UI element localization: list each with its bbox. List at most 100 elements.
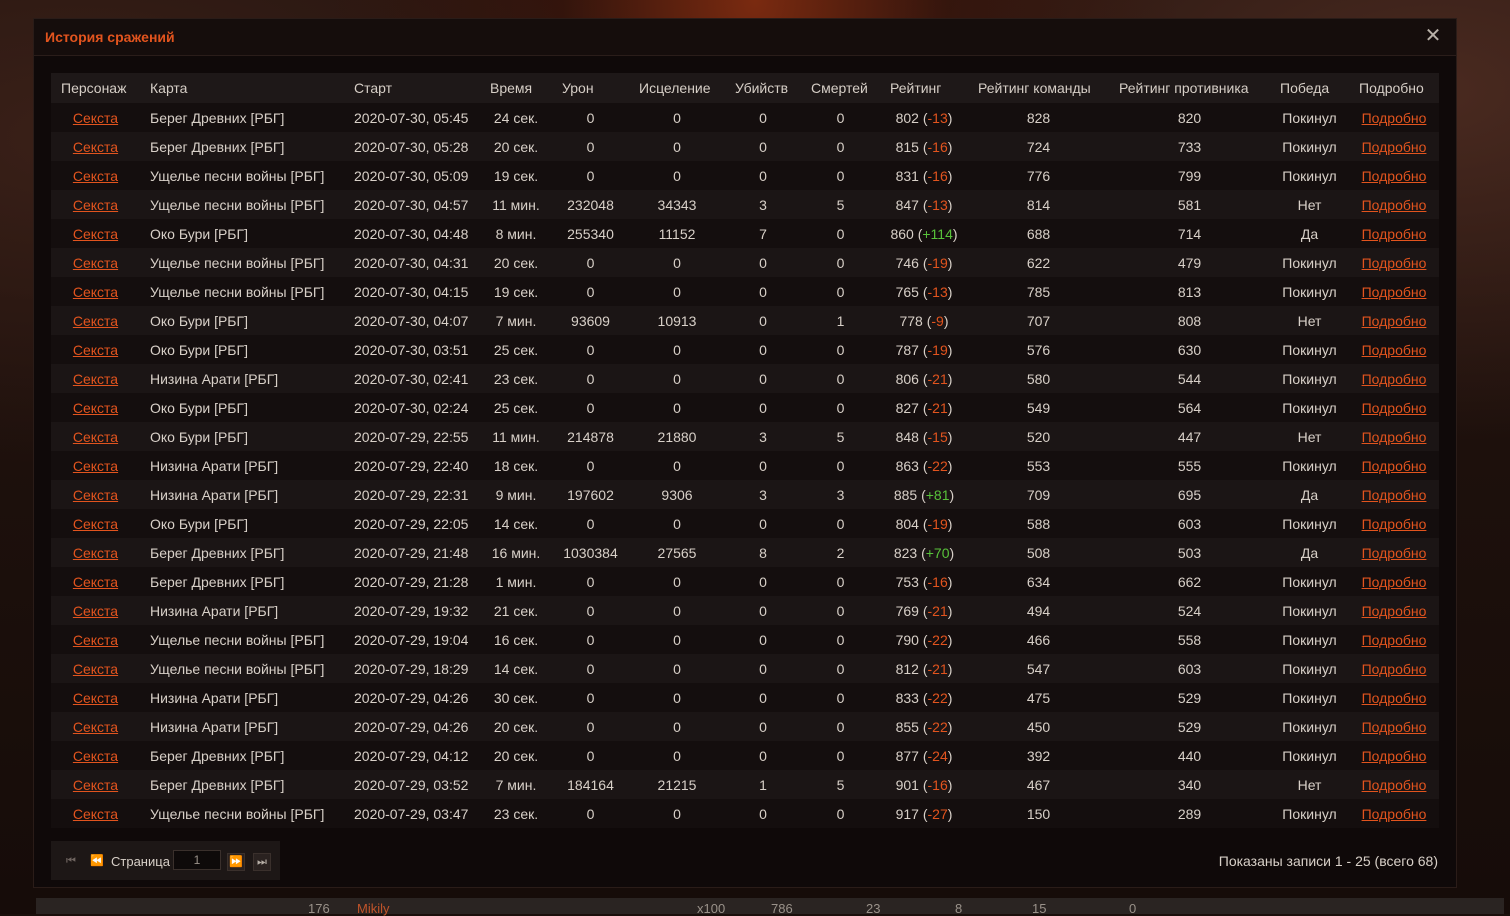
last-page-icon[interactable]: ⏭ (253, 853, 271, 871)
character-link[interactable]: Секста (73, 429, 118, 445)
details-link[interactable]: Подробно (1362, 516, 1427, 532)
character-link[interactable]: Секста (73, 661, 118, 677)
character-link[interactable]: Секста (73, 168, 118, 184)
start-cell: 2020-07-29, 04:26 (344, 712, 480, 741)
details-link[interactable]: Подробно (1362, 284, 1427, 300)
details-link[interactable]: Подробно (1362, 632, 1427, 648)
details-link[interactable]: Подробно (1362, 400, 1427, 416)
enemy-rating-cell: 813 (1109, 277, 1270, 306)
details-link[interactable]: Подробно (1362, 139, 1427, 155)
character-link[interactable]: Секста (73, 516, 118, 532)
details-link[interactable]: Подробно (1362, 342, 1427, 358)
column-header: Смертей (801, 73, 880, 103)
rating-change: -13 (927, 196, 948, 213)
deaths-cell: 0 (801, 132, 880, 161)
column-header: Рейтинг противника (1109, 73, 1270, 103)
character-link[interactable]: Секста (73, 603, 118, 619)
character-link[interactable]: Секста (73, 545, 118, 561)
first-page-icon[interactable]: ⏮ (63, 853, 79, 869)
healing-cell: 0 (629, 683, 725, 712)
character-link[interactable]: Секста (73, 284, 118, 300)
start-cell: 2020-07-29, 19:04 (344, 625, 480, 654)
details-link[interactable]: Подробно (1362, 226, 1427, 242)
damage-cell: 0 (552, 625, 629, 654)
details-link[interactable]: Подробно (1362, 719, 1427, 735)
details-link[interactable]: Подробно (1362, 371, 1427, 387)
page-number-input[interactable] (173, 850, 221, 870)
character-link[interactable]: Секста (73, 313, 118, 329)
healing-cell: 0 (629, 509, 725, 538)
details-link[interactable]: Подробно (1362, 313, 1427, 329)
healing-cell: 0 (629, 364, 725, 393)
next-page-icon[interactable]: ⏩ (227, 853, 245, 871)
team-rating-cell: 467 (968, 770, 1109, 799)
character-link[interactable]: Секста (73, 110, 118, 126)
damage-cell: 0 (552, 596, 629, 625)
column-header: Персонаж (51, 73, 140, 103)
details-link[interactable]: Подробно (1362, 806, 1427, 822)
character-link[interactable]: Секста (73, 458, 118, 474)
details-link[interactable]: Подробно (1362, 777, 1427, 793)
duration-cell: 19 сек. (480, 277, 552, 306)
details-link-cell: Подробно (1349, 422, 1439, 451)
character-link-cell: Секста (51, 799, 140, 828)
character-link[interactable]: Секста (73, 690, 118, 706)
healing-cell: 0 (629, 654, 725, 683)
deaths-cell: 0 (801, 248, 880, 277)
damage-cell: 0 (552, 277, 629, 306)
character-link[interactable]: Секста (73, 574, 118, 590)
map-cell: Ущелье песни войны [РБГ] (140, 277, 344, 306)
damage-cell: 0 (552, 451, 629, 480)
prev-page-icon[interactable]: ⏪ (89, 853, 105, 869)
details-link[interactable]: Подробно (1362, 168, 1427, 184)
details-link[interactable]: Подробно (1362, 545, 1427, 561)
enemy-rating-cell: 820 (1109, 103, 1270, 132)
healing-cell: 0 (629, 567, 725, 596)
character-link[interactable]: Секста (73, 748, 118, 764)
result-cell: Нет (1270, 422, 1349, 451)
character-link[interactable]: Секста (73, 226, 118, 242)
details-link[interactable]: Подробно (1362, 255, 1427, 271)
map-cell: Низина Арати [РБГ] (140, 480, 344, 509)
details-link[interactable]: Подробно (1362, 487, 1427, 503)
details-link[interactable]: Подробно (1362, 603, 1427, 619)
team-rating-cell: 392 (968, 741, 1109, 770)
details-link[interactable]: Подробно (1362, 110, 1427, 126)
character-link[interactable]: Секста (73, 777, 118, 793)
character-link[interactable]: Секста (73, 371, 118, 387)
start-cell: 2020-07-30, 04:48 (344, 219, 480, 248)
details-link[interactable]: Подробно (1362, 429, 1427, 445)
details-link[interactable]: Подробно (1362, 748, 1427, 764)
character-link[interactable]: Секста (73, 632, 118, 648)
rating-cell: 847 (-13) (880, 190, 968, 219)
damage-cell: 197602 (552, 480, 629, 509)
start-cell: 2020-07-30, 04:15 (344, 277, 480, 306)
details-link[interactable]: Подробно (1362, 458, 1427, 474)
character-link[interactable]: Секста (73, 139, 118, 155)
details-link[interactable]: Подробно (1362, 197, 1427, 213)
character-link-cell: Секста (51, 654, 140, 683)
character-link[interactable]: Секста (73, 400, 118, 416)
team-rating-cell: 150 (968, 799, 1109, 828)
details-link-cell: Подробно (1349, 248, 1439, 277)
character-link[interactable]: Секста (73, 487, 118, 503)
character-link[interactable]: Секста (73, 342, 118, 358)
close-icon[interactable]: ✕ (1424, 26, 1442, 46)
character-link-cell: Секста (51, 596, 140, 625)
table-row: Секста Ущелье песни войны [РБГ] 2020-07-30… (51, 161, 1439, 190)
details-link[interactable]: Подробно (1362, 690, 1427, 706)
map-cell: Око Бури [РБГ] (140, 393, 344, 422)
character-link[interactable]: Секста (73, 719, 118, 735)
rating-value: 806 (895, 370, 919, 387)
rating-cell: 804 (-19) (880, 509, 968, 538)
character-link[interactable]: Секста (73, 806, 118, 822)
character-link-cell: Секста (51, 103, 140, 132)
details-link[interactable]: Подробно (1362, 661, 1427, 677)
rating-change: -21 (927, 370, 948, 387)
character-link[interactable]: Секста (73, 197, 118, 213)
details-link[interactable]: Подробно (1362, 574, 1427, 590)
damage-cell: 0 (552, 248, 629, 277)
rating-change: -19 (927, 515, 948, 532)
damage-cell: 0 (552, 683, 629, 712)
character-link[interactable]: Секста (73, 255, 118, 271)
